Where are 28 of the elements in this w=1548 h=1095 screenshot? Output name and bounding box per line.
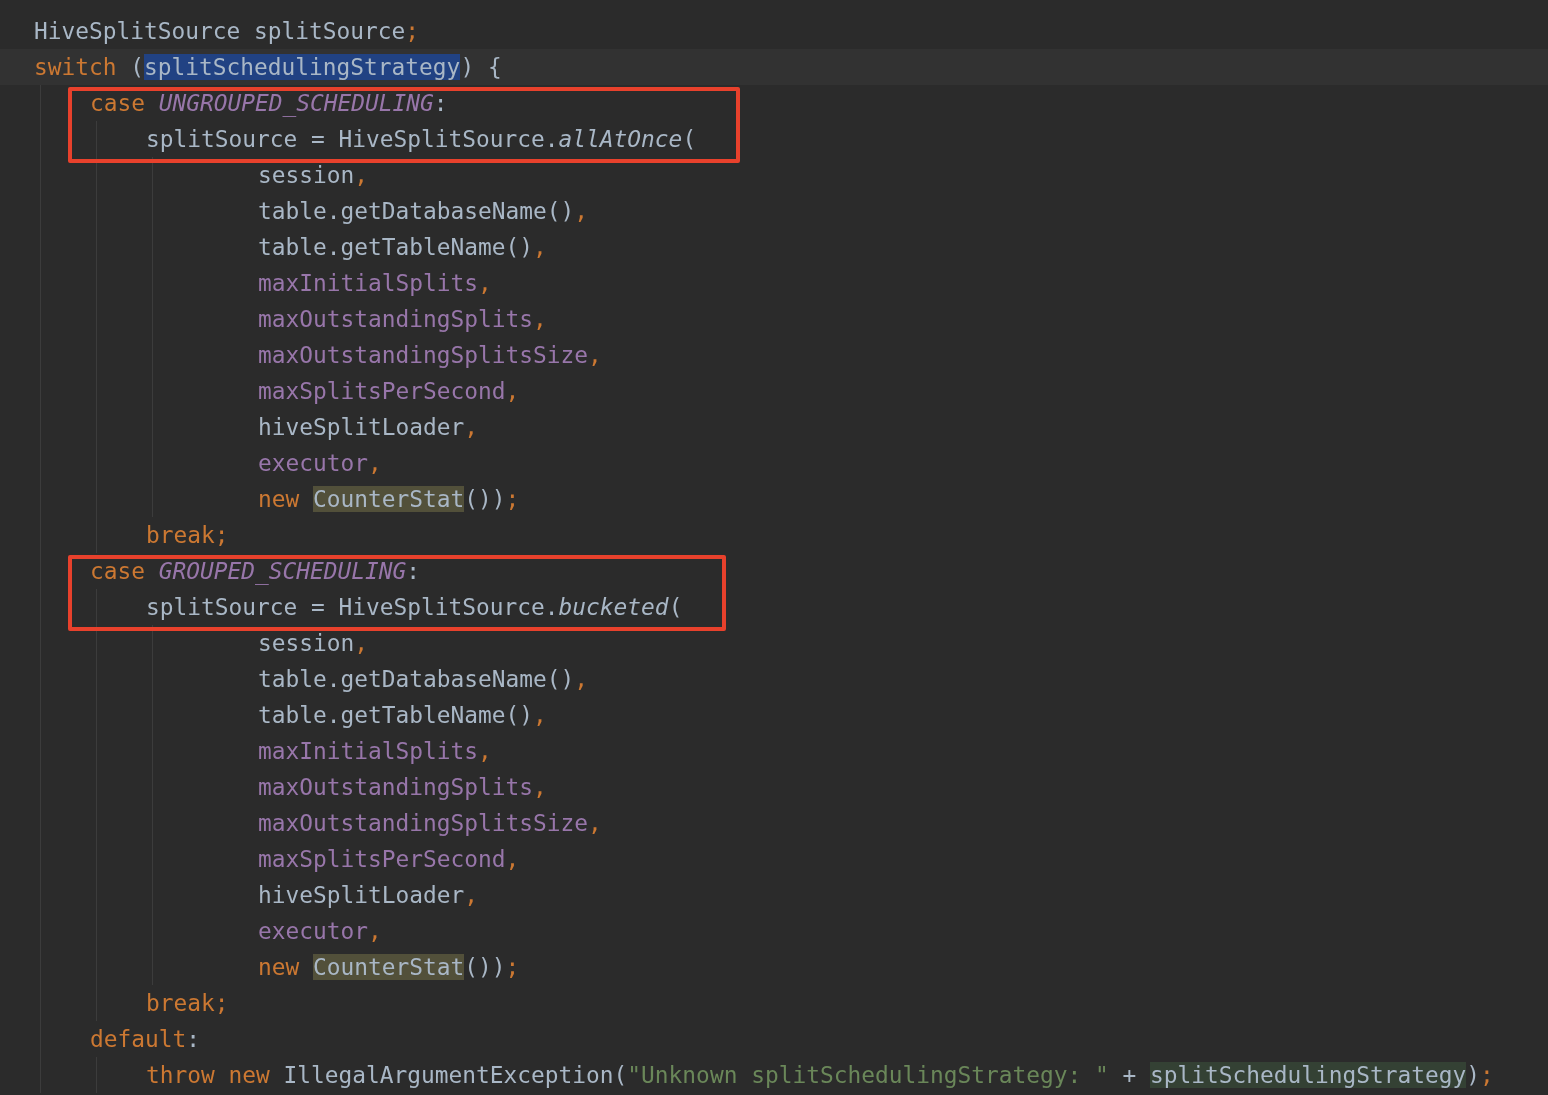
- code-line: break;: [146, 521, 229, 550]
- code-line: table.getDatabaseName(),: [258, 197, 589, 226]
- code-line: switch (splitSchedulingStrategy) {: [34, 53, 502, 82]
- code-line: hiveSplitLoader,: [258, 413, 479, 442]
- code-line: maxOutstandingSplits,: [258, 773, 547, 802]
- code-line: break;: [146, 989, 229, 1018]
- code-line: executor,: [258, 449, 382, 478]
- code-line: default:: [90, 1025, 201, 1054]
- code-line: maxOutstandingSplits,: [258, 305, 547, 334]
- code-line: table.getTableName(),: [258, 233, 547, 262]
- code-line: maxInitialSplits,: [258, 269, 492, 298]
- code-line: table.getTableName(),: [258, 701, 547, 730]
- code-line: maxOutstandingSplitsSize,: [258, 809, 602, 838]
- code-line: maxOutstandingSplitsSize,: [258, 341, 602, 370]
- code-line: case GROUPED_SCHEDULING:: [90, 557, 421, 587]
- code-line: executor,: [258, 917, 382, 946]
- code-line: table.getDatabaseName(),: [258, 665, 589, 694]
- code-line: maxSplitsPerSecond,: [258, 377, 520, 406]
- code-line: maxInitialSplits,: [258, 737, 492, 766]
- code-line: splitSource = HiveSplitSource.bucketed(: [146, 593, 683, 622]
- code-line: session,: [258, 161, 369, 190]
- code-line: hiveSplitLoader,: [258, 881, 479, 910]
- code-line: session,: [258, 629, 369, 658]
- code-line: throw new IllegalArgumentException("Unknown splitSchedulingStrategy: " + splitSchedulingStrategy);: [146, 1061, 1494, 1090]
- code-line: maxSplitsPerSecond,: [258, 845, 520, 874]
- code-line: splitSource = HiveSplitSource.allAtOnce(: [146, 125, 697, 154]
- code-line: HiveSplitSource splitSource;: [34, 17, 420, 46]
- code-line: case UNGROUPED_SCHEDULING:: [90, 89, 448, 119]
